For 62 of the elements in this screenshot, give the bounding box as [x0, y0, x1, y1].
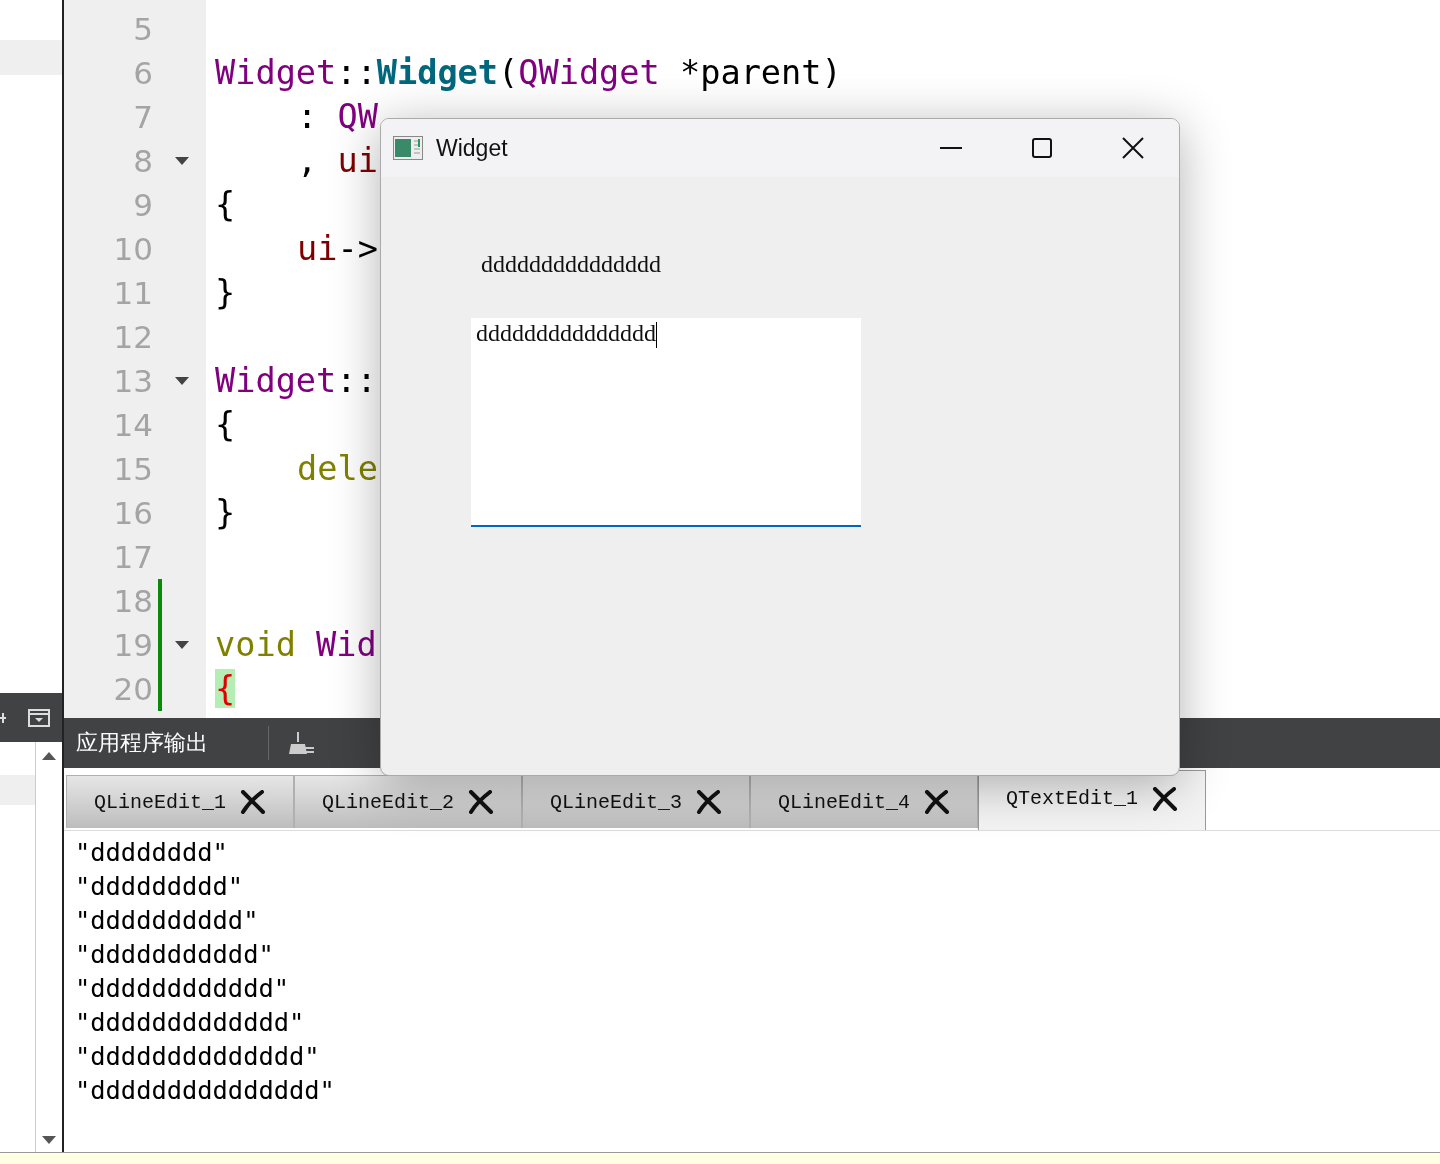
broom-icon[interactable] [288, 730, 314, 756]
pane-title: 应用程序输出 [76, 729, 208, 757]
code-line: { [215, 184, 236, 226]
line-number: 20 [112, 671, 153, 707]
line-number: 8 [132, 143, 153, 179]
output-line: "dddddddddd" [75, 905, 259, 935]
output-line: "ddddddddddddddd" [75, 1075, 335, 1105]
line-number: 13 [112, 363, 153, 399]
output-tab[interactable]: QLineEdit_4 [750, 775, 978, 828]
scroll-up-icon[interactable] [42, 752, 56, 760]
text-label: ddddddddddddddd [481, 250, 661, 278]
code-line: { [215, 404, 236, 446]
close-icon[interactable] [1152, 786, 1178, 811]
output-line: "ddddddddddddd" [75, 1007, 305, 1037]
close-icon[interactable] [1122, 137, 1144, 159]
code-line: Widget::Widget(QWidget *parent) [215, 52, 842, 94]
output-tab[interactable]: QTextEdit_1 [978, 770, 1206, 830]
line-number: 10 [112, 231, 153, 267]
maximize-icon[interactable] [1032, 138, 1052, 158]
dropdown-icon[interactable] [28, 708, 50, 727]
code-line: Widget:: [215, 360, 377, 402]
output-line: "ddddddddd" [75, 871, 244, 901]
sidebar-row-highlight [0, 775, 35, 805]
fold-arrow-icon[interactable] [175, 641, 189, 649]
close-icon[interactable] [240, 790, 266, 814]
sidebar-row-highlight [0, 40, 62, 75]
app-icon [393, 136, 423, 160]
line-number: 6 [132, 55, 153, 91]
output-line: "ddddddddddd" [75, 939, 274, 969]
line-number: 9 [132, 187, 153, 223]
line-number: 5 [132, 11, 153, 47]
code-line: , ui [297, 140, 378, 182]
line-number: 15 [112, 451, 153, 487]
line-number: 11 [112, 275, 153, 311]
close-icon[interactable] [696, 790, 722, 814]
close-icon[interactable] [924, 790, 950, 814]
line-number: 12 [112, 319, 153, 355]
line-number: 7 [132, 99, 153, 135]
close-icon[interactable] [468, 790, 494, 814]
code-line: } [215, 272, 236, 314]
fold-arrow-icon[interactable] [175, 157, 189, 165]
line-number: 17 [112, 539, 153, 575]
text-edit-field[interactable]: ddddddddddddddd [471, 318, 861, 527]
output-tab[interactable]: QLineEdit_2 [294, 775, 522, 828]
output-line: "dddddddd" [75, 837, 228, 867]
output-line: "dddddddddddddd" [75, 1041, 320, 1071]
scroll-down-icon[interactable] [42, 1136, 56, 1144]
line-number: 16 [112, 495, 153, 531]
window-title: Widget [436, 134, 508, 162]
code-line: ui-> [297, 228, 378, 270]
output-line: "dddddddddddd" [75, 973, 289, 1003]
line-number: 19 [112, 627, 153, 663]
line-number: 18 [112, 583, 153, 619]
code-line: dele [297, 448, 378, 490]
code-line: : QW [297, 96, 378, 138]
plus-icon[interactable] [0, 711, 6, 724]
code-line: void Wid [215, 624, 377, 666]
line-number: 14 [112, 407, 153, 443]
code-line: } [215, 492, 236, 534]
output-tab[interactable]: QLineEdit_3 [522, 775, 750, 828]
fold-arrow-icon[interactable] [175, 377, 189, 385]
output-tab[interactable]: QLineEdit_1 [66, 775, 294, 828]
